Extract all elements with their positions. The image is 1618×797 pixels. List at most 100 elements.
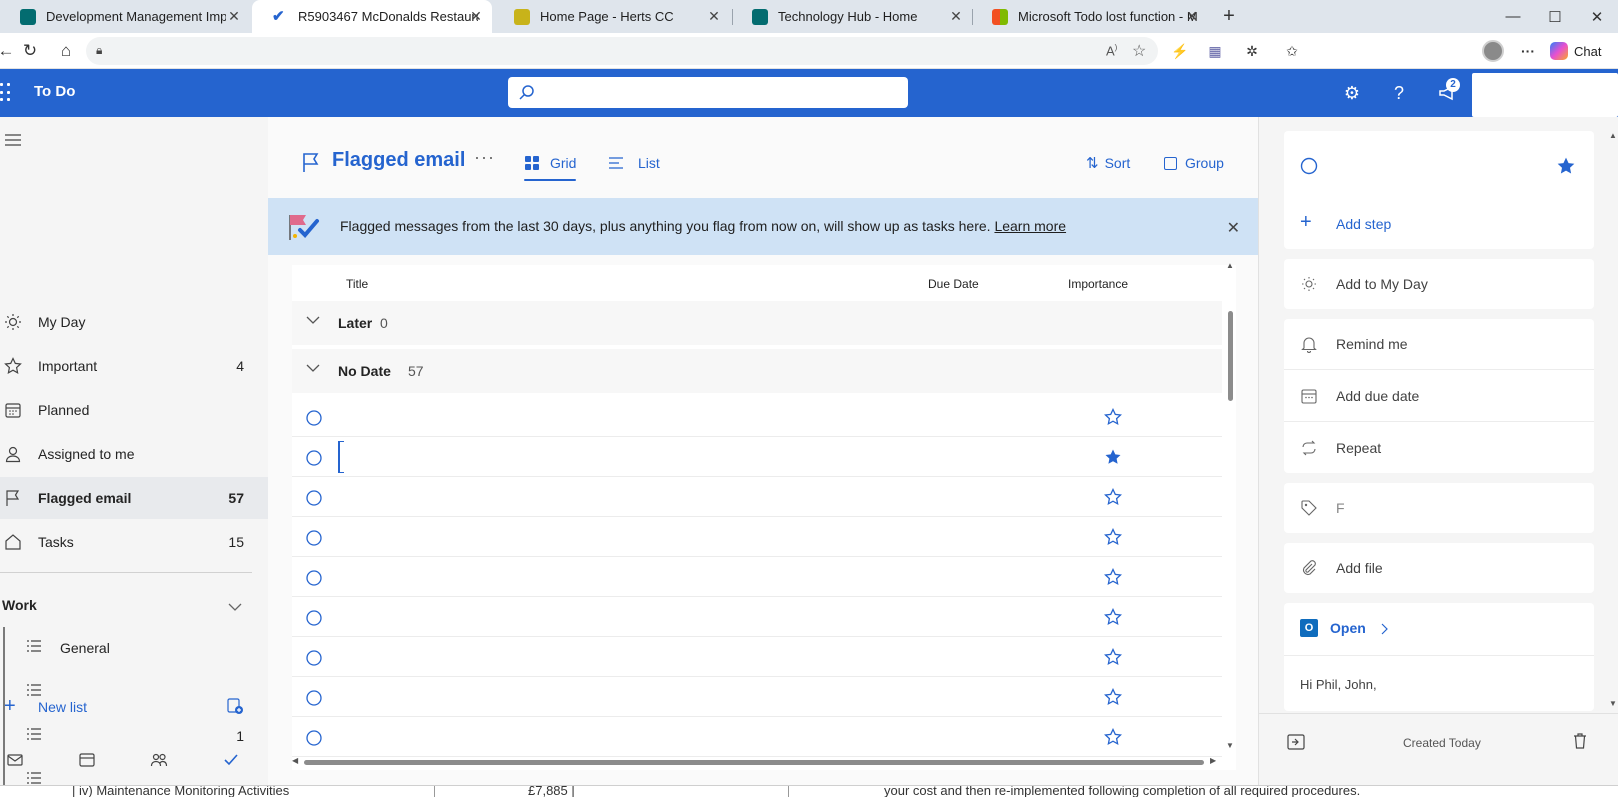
favorite-star-icon[interactable]: ☆	[1132, 41, 1146, 61]
mail-icon[interactable]	[6, 751, 24, 769]
todo-check-icon[interactable]	[222, 751, 240, 769]
scroll-down-arrow-icon[interactable]: ▼	[1609, 699, 1617, 708]
scroll-thumb[interactable]	[304, 760, 1204, 765]
task-title-cell[interactable]	[338, 441, 344, 473]
close-icon[interactable]: ✕	[1184, 8, 1200, 25]
close-icon[interactable]: ✕	[226, 8, 242, 25]
task-title-cell[interactable]	[338, 597, 988, 637]
horizontal-scrollbar[interactable]: ◀ ▶	[292, 755, 1222, 767]
importance-star-icon[interactable]	[1104, 568, 1122, 586]
people-icon[interactable]	[150, 751, 168, 769]
importance-star-icon[interactable]	[1556, 156, 1576, 176]
complete-circle-icon[interactable]	[305, 649, 323, 667]
learn-more-link[interactable]: Learn more	[994, 218, 1066, 234]
calendar-app-icon[interactable]	[78, 751, 96, 769]
task-title-cell[interactable]	[338, 557, 988, 597]
profile-avatar[interactable]	[1482, 40, 1504, 62]
complete-circle-icon[interactable]	[305, 529, 323, 547]
browser-tab[interactable]: Technology Hub - Home ✕	[732, 0, 972, 33]
new-group-icon[interactable]	[226, 697, 244, 715]
hamburger-menu[interactable]	[0, 117, 268, 159]
task-row[interactable]	[292, 477, 1222, 517]
new-list-button[interactable]: + New list	[0, 693, 268, 723]
app-launcher-icon[interactable]	[0, 83, 14, 103]
browser-tab[interactable]: Home Page - Herts CC ✕	[494, 0, 730, 33]
complete-circle-icon[interactable]	[305, 729, 323, 747]
sidebar-item-tasks[interactable]: Tasks 15	[0, 521, 268, 563]
task-row[interactable]	[292, 637, 1222, 677]
hide-detail-pane-icon[interactable]	[1287, 734, 1305, 750]
group-work-header[interactable]: Work	[2, 597, 37, 613]
task-row[interactable]	[292, 597, 1222, 637]
complete-circle-icon[interactable]	[305, 609, 323, 627]
task-row[interactable]	[292, 677, 1222, 717]
more-options-icon[interactable]: ···	[1518, 41, 1538, 61]
remind-me-button[interactable]: Remind me	[1284, 319, 1594, 369]
add-step-button[interactable]: + Add step	[1284, 199, 1594, 249]
sidebar-item-my-day[interactable]: My Day	[0, 301, 268, 343]
more-options-icon[interactable]: ···	[474, 147, 495, 168]
refresh-icon[interactable]: ↻	[18, 39, 42, 63]
close-icon[interactable]: ✕	[468, 8, 484, 25]
category-field[interactable]: F	[1284, 483, 1594, 533]
sidebar-item-planned[interactable]: Planned	[0, 389, 268, 431]
task-title-cell[interactable]	[338, 677, 988, 717]
tab-grid[interactable]: Grid	[524, 150, 577, 181]
task-title-cell[interactable]	[338, 717, 988, 757]
group-button[interactable]: Group	[1164, 150, 1224, 176]
importance-star-icon[interactable]	[1104, 728, 1122, 746]
browser-tab[interactable]: Development Management Implen ✕	[0, 0, 250, 33]
column-title-header[interactable]: Title	[346, 277, 368, 291]
sidebar-item-important[interactable]: Important 4	[0, 345, 268, 387]
minimize-icon[interactable]: —	[1490, 0, 1536, 33]
complete-circle-icon[interactable]	[305, 449, 323, 467]
copilot-chat-button[interactable]: Chat	[1550, 39, 1601, 63]
home-icon[interactable]: ⌂	[54, 39, 78, 63]
task-row[interactable]	[292, 397, 1222, 437]
task-title-cell[interactable]	[338, 477, 988, 517]
importance-star-filled-icon[interactable]	[1104, 448, 1122, 466]
back-arrow-icon[interactable]: ←	[0, 39, 18, 63]
extensions-puzzle-icon[interactable]: ✲	[1242, 41, 1262, 61]
add-file-button[interactable]: Add file	[1284, 543, 1594, 593]
browser-tab-active[interactable]: ✔ R5903467 McDonalds Restaurant N ✕	[252, 0, 492, 33]
favorites-icon[interactable]: ✩	[1282, 41, 1302, 61]
extension-icon[interactable]: ⚡	[1170, 41, 1190, 61]
importance-star-icon[interactable]	[1104, 648, 1122, 666]
importance-star-icon[interactable]	[1104, 608, 1122, 626]
sidebar-item-flagged-email[interactable]: Flagged email 57	[0, 477, 268, 519]
close-icon[interactable]: ✕	[1227, 218, 1240, 238]
window-close-icon[interactable]: ✕	[1574, 0, 1618, 33]
add-due-date-button[interactable]: Add due date	[1284, 371, 1594, 421]
read-aloud-icon[interactable]: A)	[1106, 43, 1117, 58]
group-no-date[interactable]: No Date 57	[292, 349, 1222, 393]
new-tab-plus-icon[interactable]: +	[1206, 0, 1252, 33]
vertical-scrollbar[interactable]: ▲ ▼	[1609, 131, 1617, 711]
task-row[interactable]	[292, 717, 1222, 757]
sort-button[interactable]: ⇅ Sort	[1086, 150, 1130, 176]
account-area[interactable]	[1472, 73, 1618, 117]
importance-star-icon[interactable]	[1104, 488, 1122, 506]
complete-circle-icon[interactable]	[305, 569, 323, 587]
scroll-up-arrow-icon[interactable]: ▲	[1609, 131, 1617, 140]
scroll-thumb[interactable]	[1228, 311, 1233, 401]
settings-gear-icon[interactable]: ⚙	[1340, 81, 1364, 105]
chevron-down-icon[interactable]	[228, 602, 242, 612]
teams-icon[interactable]: ▦	[1205, 41, 1225, 61]
maximize-icon[interactable]: ☐	[1532, 0, 1578, 33]
url-field[interactable]: 🔒︎ A) ☆	[86, 37, 1158, 65]
vertical-scrollbar[interactable]: ▲ ▼	[1226, 261, 1236, 755]
task-title-cell[interactable]	[338, 637, 988, 677]
column-due-header[interactable]: Due Date	[928, 277, 979, 291]
close-icon[interactable]: ✕	[948, 8, 964, 25]
importance-star-icon[interactable]	[1104, 688, 1122, 706]
group-later[interactable]: Later 0	[292, 301, 1222, 345]
task-row[interactable]	[292, 437, 1222, 477]
close-icon[interactable]: ✕	[706, 8, 722, 25]
tab-list[interactable]: List	[608, 150, 660, 176]
column-importance-header[interactable]: Importance	[1068, 277, 1128, 291]
delete-trash-icon[interactable]	[1571, 732, 1589, 750]
importance-star-icon[interactable]	[1104, 408, 1122, 426]
complete-circle-icon[interactable]	[1300, 157, 1318, 175]
task-row[interactable]	[292, 557, 1222, 597]
